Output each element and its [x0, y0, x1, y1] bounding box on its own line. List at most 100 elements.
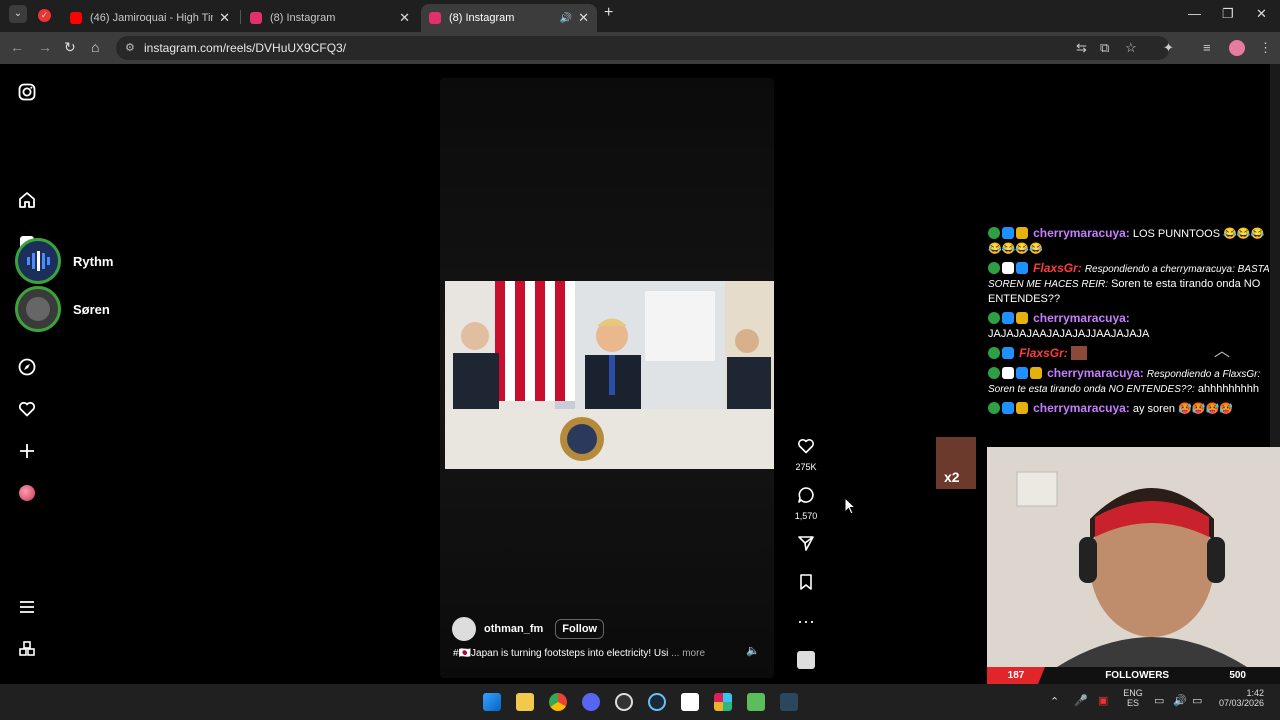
forward-icon[interactable]: → [38, 39, 52, 55]
chat-username: cherrymaracuya: [1033, 311, 1130, 325]
game-app-icon[interactable] [747, 693, 765, 711]
new-tab-icon[interactable]: + [604, 4, 613, 22]
crown-badge-icon [1016, 312, 1028, 324]
close-tab-icon[interactable]: ✕ [578, 10, 589, 26]
comment-action[interactable]: 1,570 [790, 486, 822, 521]
menu-kebab-icon[interactable]: ⋮ [1259, 40, 1272, 56]
speaker-icon[interactable]: 🔊 [560, 13, 572, 24]
caption-text: #🇯🇵Japan is turning footsteps into elect… [453, 648, 669, 659]
tab-search-icon[interactable]: ⌄ [9, 5, 27, 23]
minimize-icon[interactable]: — [1188, 6, 1201, 21]
notion-icon[interactable] [681, 693, 699, 711]
mute-speaker-icon[interactable]: 🔈 [746, 644, 760, 657]
more-options-action[interactable]: ··· [790, 611, 822, 632]
reload-icon[interactable]: ↻ [64, 39, 76, 56]
audio-thumbnail-icon[interactable] [797, 651, 815, 669]
sub-badge-icon [1002, 227, 1014, 239]
language-sub: ES [1126, 698, 1139, 708]
voice-user-soren: Søren [15, 286, 110, 332]
tray-app-icon[interactable]: ▣ [1098, 694, 1108, 707]
browser-toolbar: ← → ↻ ⌂ ⚙ instagram.com/reels/DVHuUX9CFQ… [0, 32, 1280, 64]
instagram-logo-icon[interactable] [18, 83, 36, 101]
obs-icon[interactable] [615, 693, 633, 711]
windows-taskbar: ⌃ 🎤 ▣ ENG ES ▭ 🔊 ▭ 1:42 07/03/2026 [0, 684, 1280, 720]
clock-time: 1:42 [1246, 688, 1264, 698]
home-icon[interactable]: ⌂ [91, 39, 99, 55]
tab-title: (8) Instagram [449, 12, 515, 24]
explore-compass-icon[interactable] [18, 358, 36, 376]
mouse-cursor-icon [844, 497, 856, 515]
share-action[interactable] [790, 534, 822, 557]
windows-start-icon[interactable] [483, 693, 501, 711]
chat-text: ahhhhhhhhh [1197, 383, 1260, 395]
caption-more-link[interactable]: ... more [671, 648, 705, 659]
waveform-icon [27, 251, 50, 271]
chat-message: FlaxsGr: [988, 346, 1276, 362]
tab-instagram-2-active[interactable]: (8) Instagram 🔊 ✕ [421, 4, 597, 32]
followers-current: 187 [1007, 670, 1025, 681]
like-action[interactable]: 275K [790, 437, 822, 472]
clock[interactable]: 1:42 07/03/2026 [1214, 688, 1264, 708]
audio-action[interactable] [790, 651, 822, 669]
extension-checkmark-icon[interactable]: ✓ [38, 9, 51, 22]
stream-chat: cherrymaracuya: LOS PUNNTOOS 😂😂😂😂😂😂😂 Fla… [988, 226, 1276, 421]
followers-goal-bar: 187 FOLLOWERS 500 [987, 667, 1280, 684]
tray-overflow-icon[interactable]: ⌃ [1050, 695, 1059, 708]
chat-username: cherrymaracuya: [1047, 366, 1144, 380]
chat-username: cherrymaracuya: [1033, 226, 1130, 240]
crown-badge-icon [1030, 367, 1042, 379]
sub-alert: x2 [936, 437, 976, 489]
flag [495, 281, 575, 401]
share-paper-plane-icon[interactable] [797, 534, 815, 552]
browser-tab-bar: ⌄ ✓ (46) Jamiroquai - High Times (L ✕ (8… [0, 0, 1280, 32]
profile-avatar[interactable] [19, 485, 35, 501]
close-window-icon[interactable]: ✕ [1256, 6, 1267, 22]
ellipsis-icon[interactable]: ··· [790, 611, 822, 632]
webcam-feed [987, 447, 1280, 667]
address-bar[interactable]: ⚙ instagram.com/reels/DVHuUX9CFQ3/ [116, 36, 1170, 60]
bookmark-icon[interactable] [797, 573, 815, 591]
network-icon[interactable]: ▭ [1154, 694, 1164, 707]
close-tab-icon[interactable]: ✕ [399, 10, 410, 26]
tab-instagram-1[interactable]: (8) Instagram ✕ [242, 4, 418, 32]
translate-icon[interactable]: ⇆ [1076, 40, 1087, 56]
reel-author-row: othman_fm Follow [452, 617, 772, 641]
author-avatar[interactable] [452, 617, 476, 641]
more-menu-icon[interactable] [18, 598, 36, 616]
volume-icon[interactable]: 🔊 [1173, 694, 1187, 707]
chrome-icon[interactable] [549, 693, 567, 711]
notifications-heart-icon[interactable] [18, 400, 36, 418]
author-username[interactable]: othman_fm [484, 623, 543, 635]
install-app-icon[interactable]: ⧉ [1100, 40, 1109, 56]
media-control-icon[interactable]: ≡ [1203, 40, 1211, 55]
home-nav-icon[interactable] [18, 191, 36, 209]
follow-button[interactable]: Follow [555, 619, 605, 639]
close-tab-icon[interactable]: ✕ [219, 10, 230, 26]
instagram-icon [250, 12, 262, 24]
profile-avatar-icon[interactable] [1229, 40, 1245, 56]
language-indicator[interactable]: ENG ES [1120, 688, 1146, 708]
reel-caption: #🇯🇵Japan is turning footsteps into elect… [453, 648, 723, 659]
save-action[interactable] [790, 573, 822, 596]
comment-bubble-icon[interactable] [797, 486, 815, 504]
bookmark-star-icon[interactable]: ☆ [1125, 40, 1137, 56]
extensions-icon[interactable]: ✦ [1163, 40, 1174, 56]
reel-video[interactable] [445, 281, 774, 469]
create-plus-icon[interactable] [18, 442, 36, 460]
discord-icon[interactable] [582, 693, 600, 711]
voice-user-rythm: Rythm [15, 238, 113, 284]
steam-icon[interactable] [648, 693, 666, 711]
file-explorer-icon[interactable] [516, 693, 534, 711]
tab-youtube[interactable]: (46) Jamiroquai - High Times (L ✕ [62, 4, 238, 32]
like-heart-icon[interactable] [797, 437, 815, 455]
microphone-icon[interactable]: 🎤 [1074, 694, 1088, 707]
maximize-icon[interactable]: ❐ [1222, 6, 1234, 22]
also-from-meta-icon[interactable] [18, 640, 36, 658]
back-icon[interactable]: ← [10, 39, 24, 55]
slack-icon[interactable] [714, 693, 732, 711]
chat-username: FlaxsGr: [1033, 261, 1082, 275]
chat-message: cherrymaracuya: ay soren 🥵🥵🥵🥵 [988, 401, 1276, 417]
steam-client-icon[interactable] [780, 693, 798, 711]
battery-icon[interactable]: ▭ [1192, 694, 1202, 707]
site-settings-icon[interactable]: ⚙ [125, 41, 135, 54]
